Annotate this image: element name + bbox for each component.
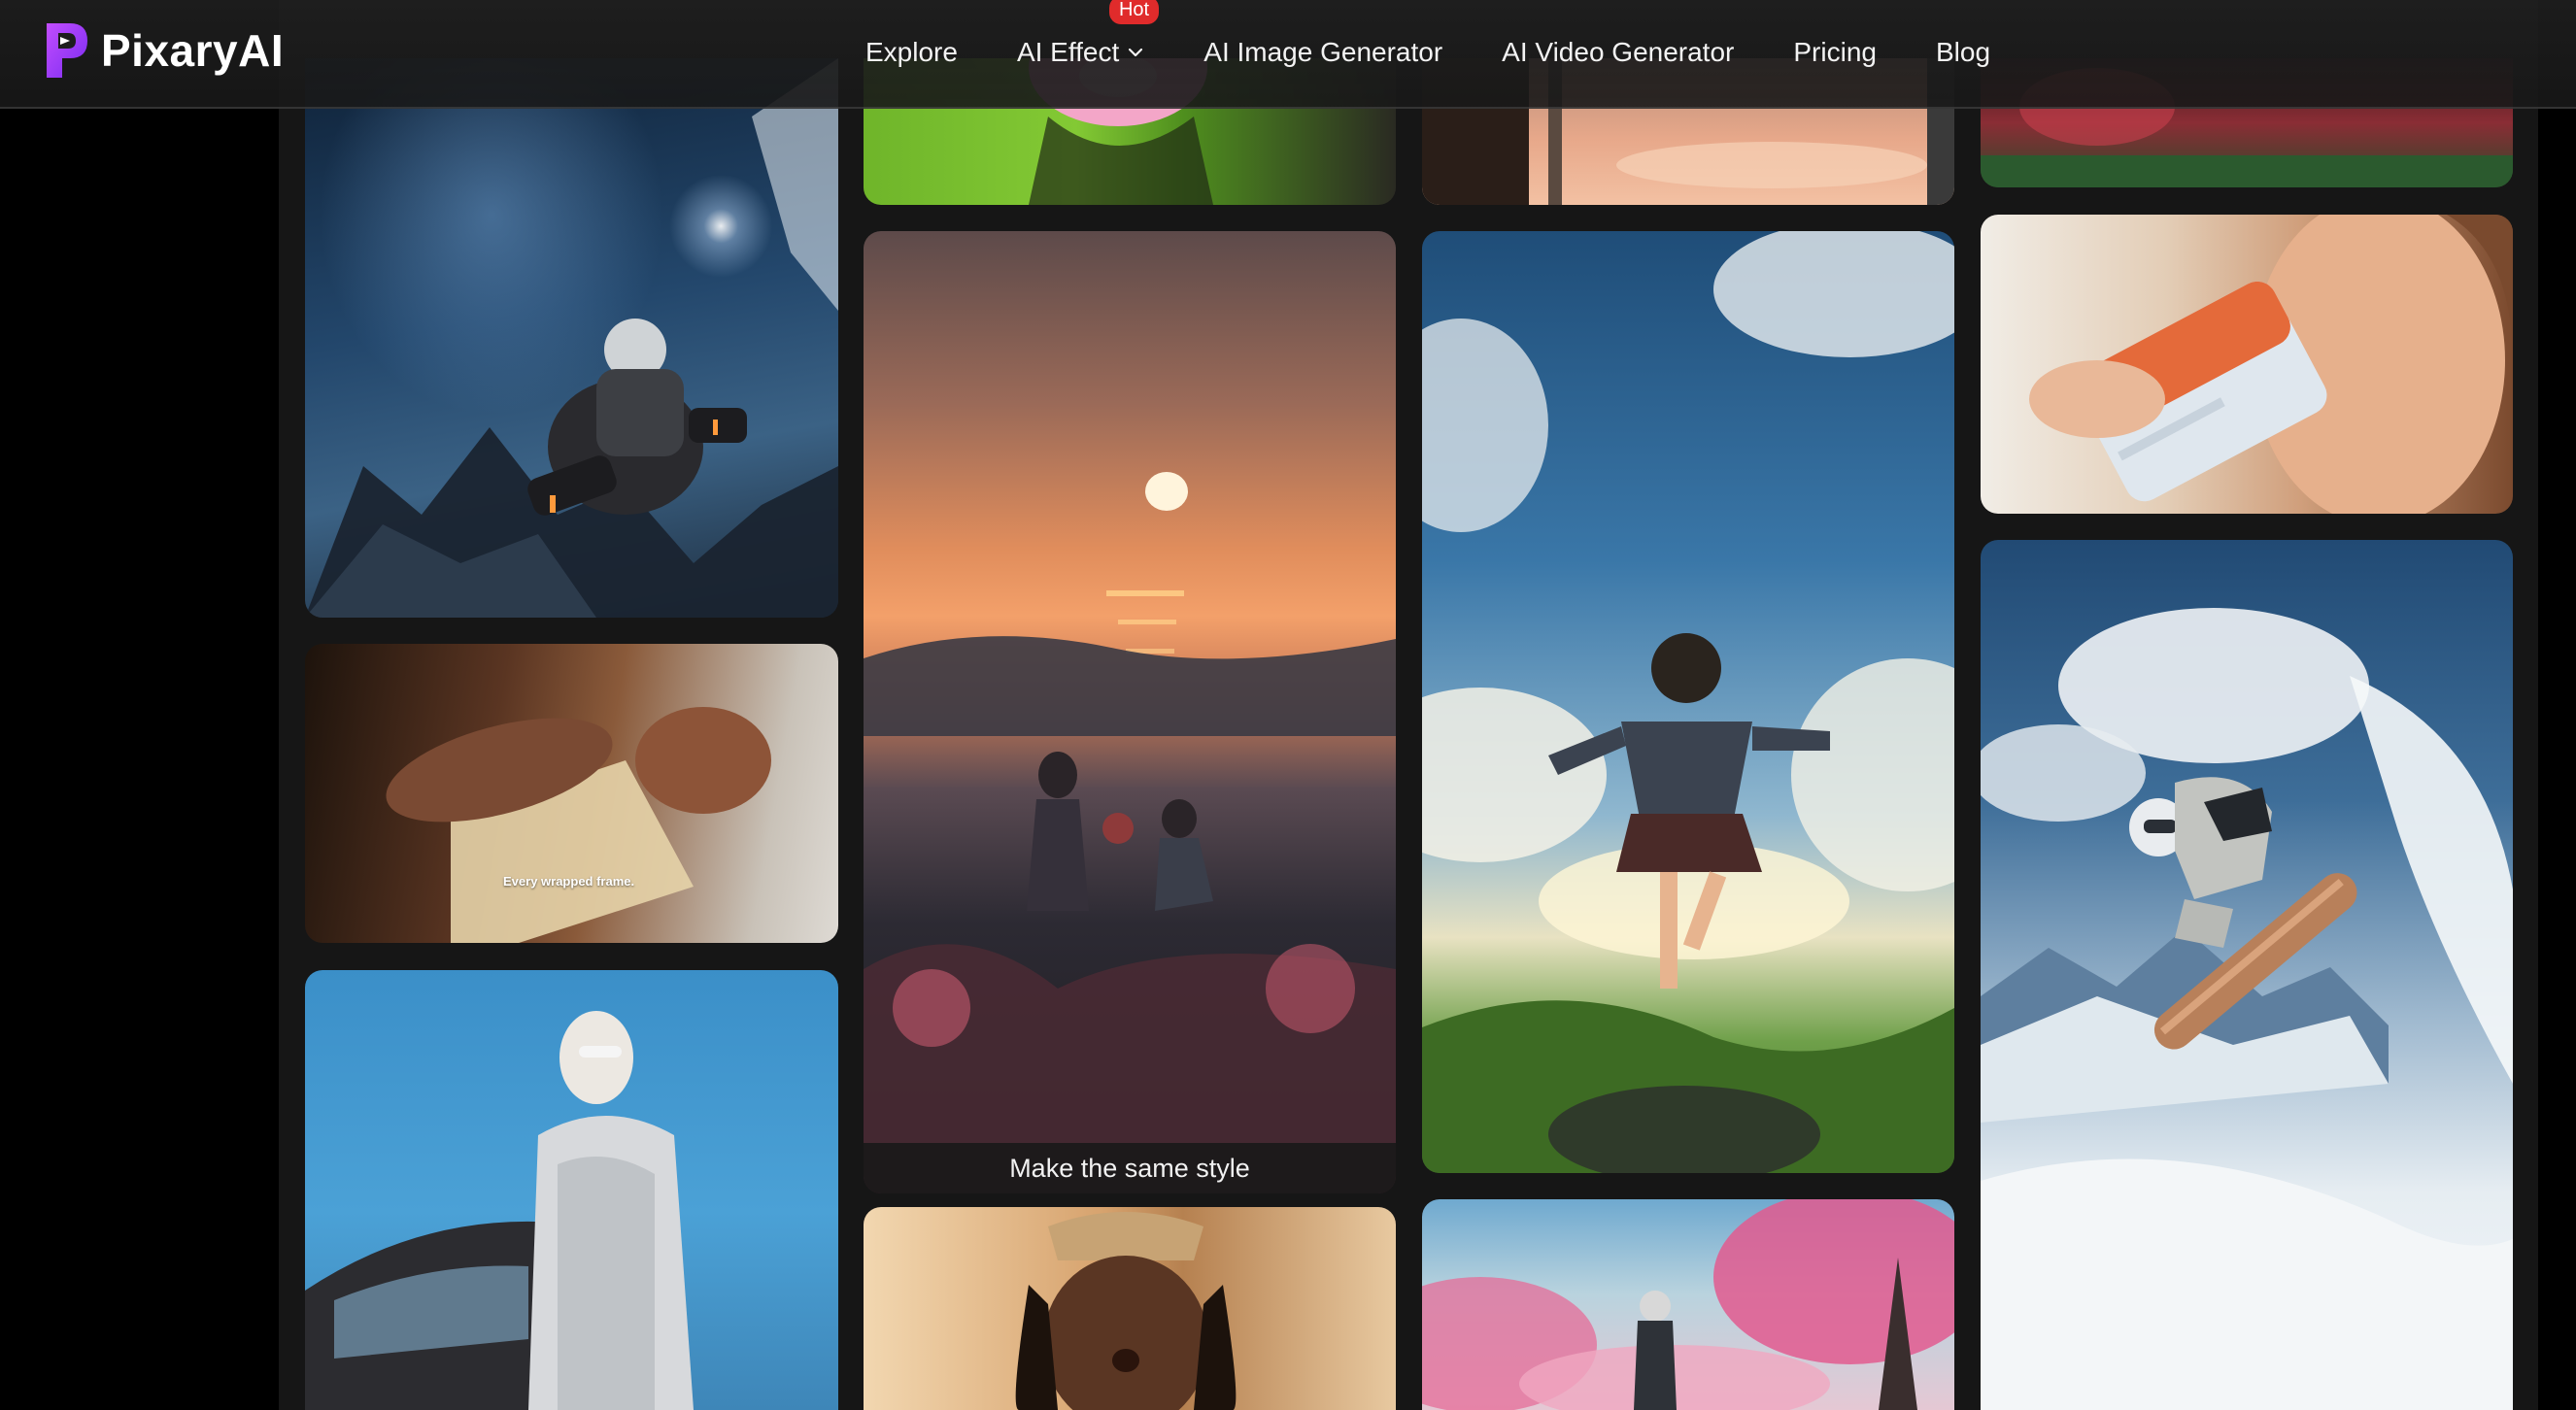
space-jetpack-illustration	[305, 58, 838, 618]
main-nav: Explore Hot AI Effect AI Image Generator…	[865, 0, 1990, 105]
gallery-tile-cherry-blossom[interactable]	[1422, 1199, 1954, 1410]
nav-blog[interactable]: Blog	[1936, 37, 1990, 68]
chevron-down-icon	[1129, 48, 1143, 57]
surprised-woman-illustration	[1015, 1212, 1237, 1410]
pixary-logo-icon	[47, 23, 87, 78]
drinking-can-illustration	[2029, 215, 2513, 514]
gallery-tile-drinking-can[interactable]	[1981, 215, 2513, 514]
nav-ai-effect-label: AI Effect	[1016, 37, 1120, 67]
gallery-tile-snowboarder[interactable]	[1981, 540, 2513, 1410]
nav-ai-image-generator[interactable]: AI Image Generator	[1203, 37, 1442, 68]
gift-wrap-illustration	[386, 707, 771, 943]
fashion-helicopter-illustration	[305, 1011, 694, 1410]
brand-logo[interactable]: PixaryAI	[45, 23, 284, 78]
gallery-tile-gift-wrap[interactable]: Every wrapped frame.	[305, 644, 838, 943]
page: Every wrapped frame. Make the same style…	[0, 0, 2576, 1410]
beach-proposal-illustration	[864, 472, 1396, 1193]
nav-pricing-label: Pricing	[1793, 37, 1877, 67]
make-same-style-button[interactable]: Make the same style	[864, 1143, 1396, 1193]
nav-ai-video-generator[interactable]: AI Video Generator	[1502, 37, 1734, 68]
nav-explore-label: Explore	[865, 37, 958, 67]
gallery-tile-space-jetpack[interactable]	[305, 58, 838, 618]
hot-badge: Hot	[1108, 0, 1160, 24]
video-subtitle: Every wrapped frame.	[503, 874, 635, 889]
gallery-panel: Every wrapped frame. Make the same style	[279, 0, 2538, 1410]
gallery-tile-surprised-woman[interactable]	[864, 1207, 1396, 1410]
gallery-tile-fashion-helicopter[interactable]	[305, 970, 838, 1410]
nav-pricing[interactable]: Pricing	[1793, 37, 1877, 68]
gallery-tile-anime-girl-sky[interactable]	[1422, 231, 1954, 1173]
nav-ai-effect[interactable]: Hot AI Effect	[1016, 0, 1160, 68]
nav-ai-video-generator-label: AI Video Generator	[1502, 37, 1735, 67]
brand-name: PixaryAI	[101, 25, 285, 76]
nav-ai-image-generator-label: AI Image Generator	[1203, 37, 1443, 67]
nav-blog-label: Blog	[1935, 37, 1991, 67]
anime-girl-illustration	[1422, 231, 1954, 1173]
nav-explore[interactable]: Explore	[865, 37, 958, 68]
cherry-blossom-illustration	[1422, 1199, 1954, 1410]
snowboarder-illustration	[1981, 608, 2513, 1410]
top-nav-bar: PixaryAI Explore Hot AI Effect AI Image …	[0, 0, 2576, 109]
gallery-tile-beach-proposal[interactable]: Make the same style	[864, 231, 1396, 1193]
